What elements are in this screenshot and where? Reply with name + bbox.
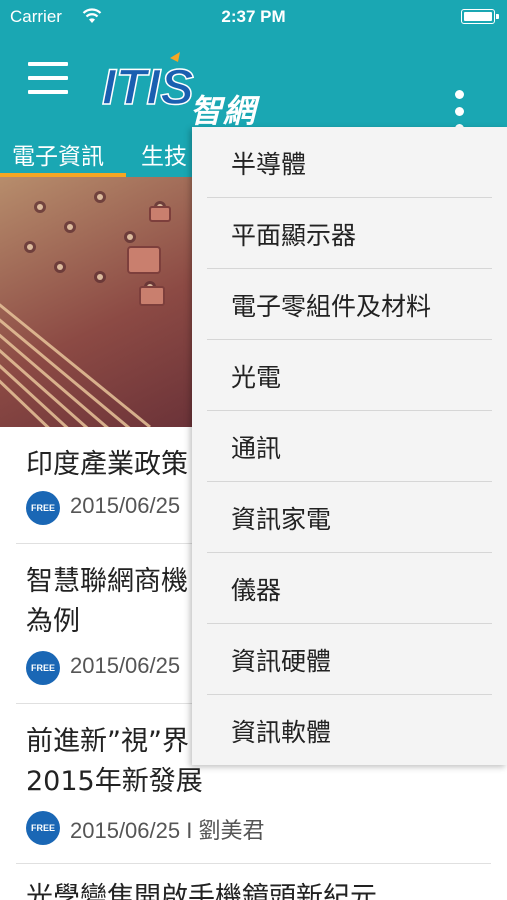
menu-item-software[interactable]: 資訊軟體 [192,695,507,766]
tab-biotech[interactable]: 生技 [141,137,187,171]
clock: 2:37 PM [221,7,286,26]
article-title: 前進新”視”界 [26,726,189,757]
article-title-line2: 2015年新發展 [26,766,203,797]
menu-icon[interactable] [28,62,68,98]
menu-item-flat-panel-display[interactable]: 平面顯示器 [192,198,507,269]
article-date: 2015/06/25 [70,653,181,678]
app-bar: ITIS 智網 [0,34,507,133]
menu-item-label: 電子零組件及材料 [231,292,432,321]
menu-item-label: 資訊硬體 [231,647,332,676]
battery-icon [461,9,499,24]
menu-item-optoelectronics[interactable]: 光電 [192,340,507,411]
menu-item-semiconductor[interactable]: 半導體 [192,127,507,198]
article-date: 2015/06/25 I 劉美君 [70,818,265,843]
svg-text:ITIS: ITIS [102,59,194,112]
tab-electronics[interactable]: 電子資訊 [12,137,104,171]
menu-item-instruments[interactable]: 儀器 [192,553,507,624]
menu-item-electronic-components[interactable]: 電子零組件及材料 [192,269,507,340]
article-title: 光學變焦開啟手機鏡頭新紀元 [26,882,377,900]
menu-item-label: 通訊 [231,434,282,463]
article-title-line2: 為例 [26,606,80,637]
free-badge: FREE [26,651,60,685]
menu-item-label: 半導體 [231,150,307,179]
free-badge: FREE [26,811,60,845]
menu-item-label: 平面顯示器 [231,221,357,250]
logo-text: 智網 [190,92,257,130]
menu-item-label: 資訊家電 [231,505,332,534]
menu-item-label: 資訊軟體 [231,718,332,747]
menu-item-info-appliances[interactable]: 資訊家電 [192,482,507,553]
free-badge: FREE [26,491,60,525]
article-title: 印度產業政策 [26,449,188,480]
article-title: 智慧聯網商機 [26,566,188,597]
article-date: 2015/06/25 [70,493,181,518]
menu-item-hardware[interactable]: 資訊硬體 [192,624,507,695]
menu-item-label: 光電 [231,363,282,392]
status-bar: Carrier 2:37 PM [0,0,507,34]
menu-item-label: 儀器 [231,576,282,605]
menu-item-communications[interactable]: 通訊 [192,411,507,482]
category-dropdown-menu: 半導體 平面顯示器 電子零組件及材料 光電 通訊 資訊家電 儀器 資訊硬體 資訊… [192,127,507,765]
article-item[interactable]: 光學變焦開啟手機鏡頭新紀元 [0,864,507,900]
